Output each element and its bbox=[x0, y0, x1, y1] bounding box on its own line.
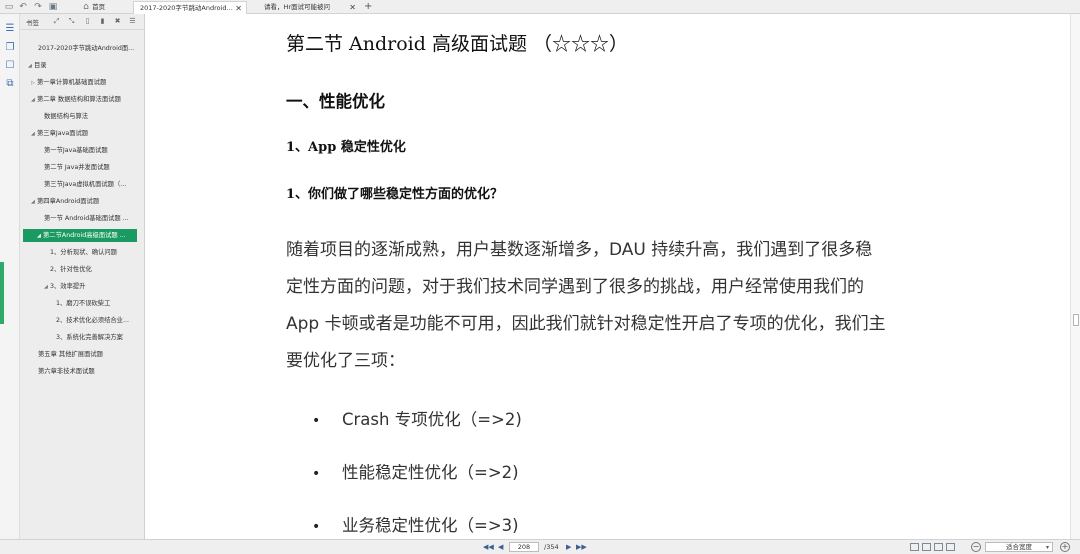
section-heading: 一、性能优化 bbox=[286, 92, 385, 111]
delete-icon[interactable]: ✖ bbox=[113, 17, 122, 26]
zoom-select[interactable]: 适合宽度 ▾ bbox=[985, 542, 1053, 552]
bookmark-icon[interactable]: ▮ bbox=[98, 17, 107, 26]
page-title: 第二节 Android 高级面试题 （☆☆☆） bbox=[286, 33, 629, 55]
page-total: /354 bbox=[544, 543, 559, 551]
paragraph-line: App 卡顿或者是功能不可用，因此我们就针对稳定性开启了专项的优化，我们主 bbox=[286, 314, 886, 334]
tree-item[interactable]: 2、技术优化必须结合业... bbox=[56, 314, 142, 327]
collapse-all-icon[interactable]: ⤡ bbox=[67, 17, 76, 26]
bullet-icon: • bbox=[312, 466, 321, 482]
paragraph-line: 定性方面的问题，对于我们技术同学遇到了很多的挑战，用户经常使用我们的 bbox=[286, 277, 864, 297]
question-heading: 1、你们做了哪些稳定性方面的优化？ bbox=[286, 187, 504, 202]
paragraph: 随着项目的逐渐成熟，用户基数逐渐增多，DAU 持续升高，我们遇到了很多稳 定性方… bbox=[286, 232, 946, 380]
close-icon[interactable]: ✕ bbox=[349, 1, 356, 14]
tree-item[interactable]: 3、系统化完善解决方案 bbox=[56, 331, 142, 344]
tree-item[interactable]: 第五章 其他扩展面试题 bbox=[38, 348, 142, 361]
bookmark-panel: 书签 ⤢ ⤡ ▯ ▮ ✖ ☰ 2017-2020字节跳动Android面... … bbox=[20, 14, 145, 554]
list-item: • 性能稳定性优化（=>2) bbox=[312, 463, 519, 482]
tree-item[interactable]: 数据结构与算法 bbox=[44, 110, 142, 123]
tab-label: 请看，Hr面试可能被问 bbox=[264, 3, 331, 11]
subsection-heading: 1、App 稳定性优化 bbox=[286, 140, 406, 155]
two-page-view-icon[interactable] bbox=[934, 543, 943, 551]
panel-header: 书签 ⤢ ⤡ ▯ ▮ ✖ ☰ bbox=[20, 14, 145, 30]
paragraph-line: 随着项目的逐渐成熟，用户基数逐渐增多，DAU 持续升高，我们遇到了很多稳 bbox=[286, 240, 873, 260]
scrollbar-thumb[interactable] bbox=[1073, 314, 1079, 326]
undo-icon[interactable]: ↶ bbox=[18, 2, 28, 12]
next-page-icon[interactable]: ▶ bbox=[566, 542, 571, 552]
tree-item[interactable]: 第三节Java虚拟机面试题（... bbox=[44, 178, 142, 191]
panel-title: 书签 bbox=[26, 19, 39, 27]
comment-icon[interactable]: ☐ bbox=[4, 60, 16, 72]
redo-icon[interactable]: ↷ bbox=[33, 2, 43, 12]
tree-item[interactable]: ◢ 第四章Android面试题 bbox=[31, 195, 142, 208]
more-icon[interactable]: ☰ bbox=[128, 17, 137, 26]
home-icon: ⌂ bbox=[83, 2, 89, 12]
tree-item[interactable]: 第六章非技术面试题 bbox=[38, 365, 142, 378]
copy-icon[interactable]: ❐ bbox=[4, 42, 16, 54]
zoom-label: 适合宽度 bbox=[1006, 543, 1032, 551]
attachment-icon[interactable]: ⧉ bbox=[4, 78, 16, 90]
tab-label: 2017-2020字节跳动Android... bbox=[140, 4, 233, 12]
status-bar: ◀◀ ◀ 208 /354 ▶ ▶▶ − 适合宽度 ▾ + bbox=[0, 539, 1080, 554]
open-folder-icon[interactable]: ▭ bbox=[4, 2, 14, 12]
first-page-icon[interactable]: ◀◀ bbox=[483, 542, 494, 552]
list-item: • 业务稳定性优化（=>3) bbox=[312, 516, 519, 535]
left-rail: ☰ ❐ ☐ ⧉ bbox=[0, 14, 20, 554]
tree-item[interactable]: ◢ 3、效率提升 bbox=[44, 280, 142, 293]
tree-item[interactable]: 第一节 Android基础面试题 ... bbox=[44, 212, 142, 225]
menu-icon[interactable]: ☰ bbox=[4, 23, 16, 35]
tree-item[interactable]: ◢ 第三章Java面试题 bbox=[31, 127, 142, 140]
tree-item[interactable]: 1、磨刀不误砍柴工 bbox=[56, 297, 142, 310]
bullet-icon: • bbox=[312, 519, 321, 535]
vertical-scrollbar[interactable] bbox=[1070, 14, 1080, 539]
tab-bar: ▭ ↶ ↷ ▣ ⌂ 首页 2017-2020字节跳动Android... ✕ 请… bbox=[0, 0, 1080, 14]
zoom-in-button[interactable]: + bbox=[1060, 542, 1070, 552]
bullet-icon: • bbox=[312, 413, 321, 429]
add-bookmark-icon[interactable]: ▯ bbox=[83, 17, 92, 26]
tree-item[interactable]: 第二节 Java并发面试题 bbox=[44, 161, 142, 174]
last-page-icon[interactable]: ▶▶ bbox=[576, 542, 587, 552]
prev-page-icon[interactable]: ◀ bbox=[498, 542, 503, 552]
tree-item[interactable]: 2、针对性优化 bbox=[50, 263, 142, 276]
page-number-input[interactable]: 208 bbox=[509, 542, 539, 552]
list-item: • Crash 专项优化（=>2) bbox=[312, 410, 522, 429]
zoom-out-button[interactable]: − bbox=[971, 542, 981, 552]
save-icon[interactable]: ▣ bbox=[48, 2, 58, 12]
paragraph-line: 要优化了三项： bbox=[286, 351, 405, 371]
tree-item[interactable]: ◢ 第二章 数据结构和算法面试题 bbox=[31, 93, 142, 106]
add-tab-button[interactable]: + bbox=[364, 1, 372, 13]
panel-resize-handle[interactable] bbox=[0, 262, 4, 324]
tree-item[interactable]: 第一节Java基础面试题 bbox=[44, 144, 142, 157]
tree-item[interactable]: 1、分析现状、确认问题 bbox=[50, 246, 142, 259]
tab-hr-interview[interactable]: 请看，Hr面试可能被问 ✕ bbox=[258, 1, 360, 14]
expand-all-icon[interactable]: ⤢ bbox=[52, 17, 61, 26]
tree-item[interactable]: 2017-2020字节跳动Android面... bbox=[32, 42, 142, 55]
tab-document[interactable]: 2017-2020字节跳动Android... ✕ bbox=[133, 1, 247, 14]
single-page-view-icon[interactable] bbox=[910, 543, 919, 551]
book-view-icon[interactable] bbox=[946, 543, 955, 551]
tree-item[interactable]: ◢ 目录 bbox=[28, 59, 142, 72]
tree-item-selected[interactable]: ◢ 第二节Android高级面试题 ... bbox=[23, 229, 137, 242]
tree-item[interactable]: ▷ 第一章计算机基础面试题 bbox=[31, 76, 142, 89]
tab-home[interactable]: ⌂ 首页 bbox=[76, 1, 132, 14]
tab-label: 首页 bbox=[92, 3, 106, 11]
continuous-view-icon[interactable] bbox=[922, 543, 931, 551]
chevron-down-icon: ▾ bbox=[1045, 544, 1049, 551]
